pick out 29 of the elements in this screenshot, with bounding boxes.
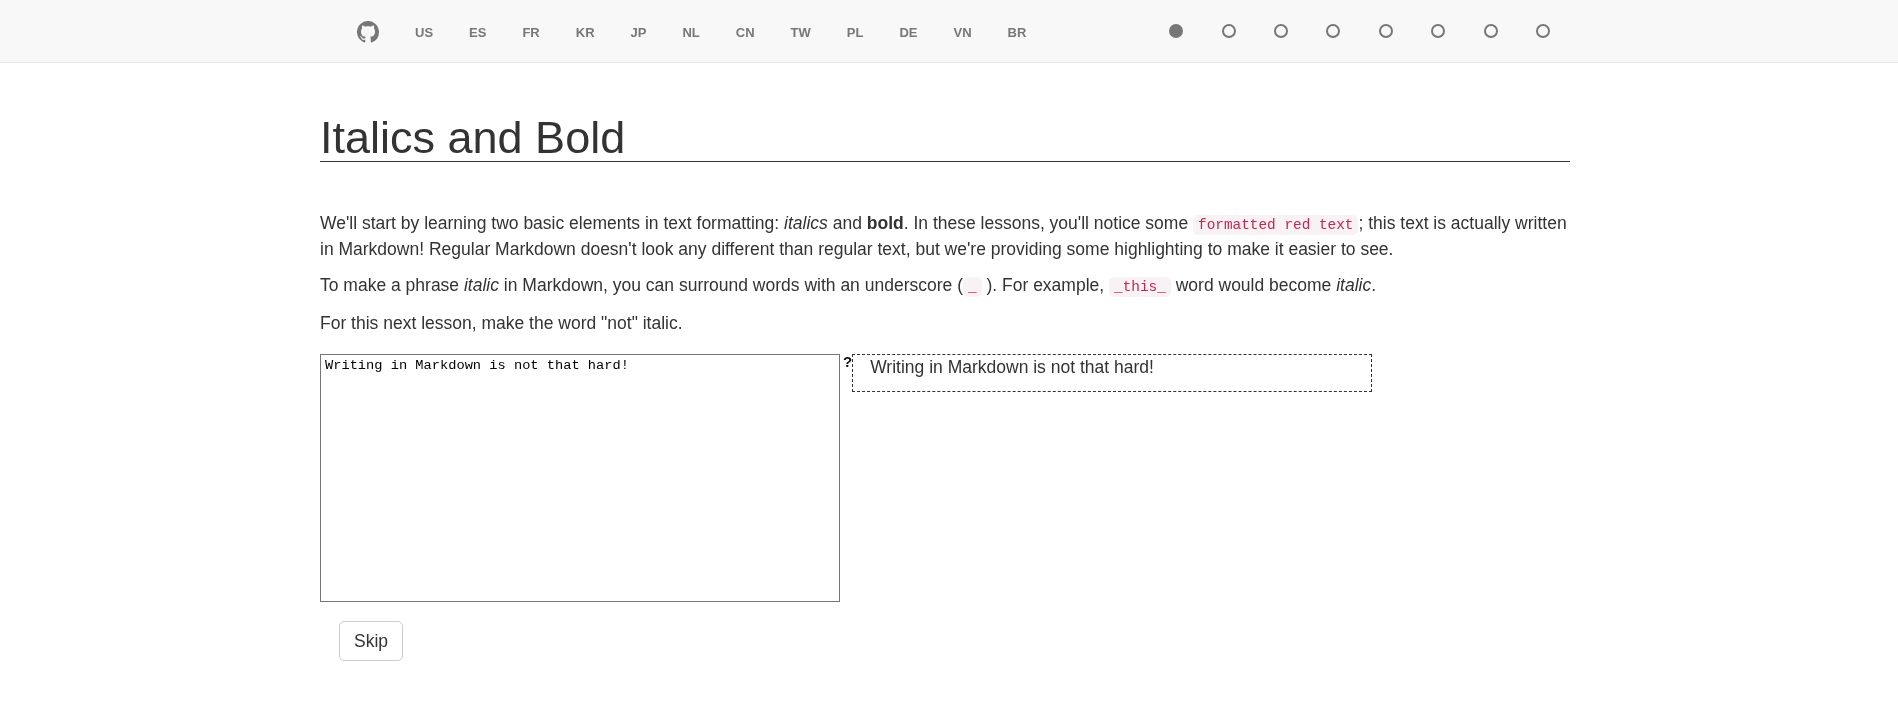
lesson-dot-icon[interactable] <box>1378 24 1393 38</box>
language-link[interactable]: BR <box>989 23 1045 43</box>
lesson-paragraph: To make a phrase italic in Markdown, you can surround words with an underscore ( _ ). For example, _this_ word would become italic. <box>320 274 1378 299</box>
language-link[interactable]: PL <box>828 23 882 43</box>
lesson-dot-icon[interactable] <box>1274 24 1289 38</box>
github-icon[interactable] <box>357 20 379 43</box>
language-link[interactable]: US <box>397 23 452 43</box>
language-link[interactable]: DE <box>881 23 936 43</box>
help-link[interactable]: ? <box>843 354 853 370</box>
language-link[interactable]: TW <box>772 23 829 43</box>
lesson-dot-icon[interactable] <box>1326 24 1341 38</box>
lesson-dot-icon[interactable] <box>1431 24 1446 38</box>
lesson-paragraph: We'll start by learning two basic elements in text formatting: italics and bold. In these lessons, you'll notice some formatted red text ; this text is actually written in Markdown! Regular Markdown doesn't look any different than regular text, but we're providing some highlighting to make it easier to see. <box>320 212 1568 261</box>
skip-button[interactable]: Skip <box>339 621 404 661</box>
language-link[interactable]: FR <box>504 23 558 43</box>
lesson-dot-icon[interactable] <box>1169 24 1184 38</box>
language-link[interactable]: CN <box>717 23 773 43</box>
language-link[interactable]: KR <box>557 23 613 43</box>
lesson-paragraph: For this next lesson, make the word "not" italic. <box>320 312 684 335</box>
language-link[interactable]: JP <box>612 23 665 43</box>
lesson-title: Italics and Bold <box>320 114 1570 162</box>
lesson-dot-icon[interactable] <box>1536 24 1550 38</box>
markdown-editor[interactable]: Writing in Markdown is not that hard! <box>320 354 840 602</box>
language-link[interactable]: NL <box>664 23 718 43</box>
language-link[interactable]: VN <box>935 23 990 43</box>
preview-text: Writing in Markdown is not that hard! <box>870 356 1155 379</box>
language-link[interactable]: ES <box>451 23 505 43</box>
lesson-dot-icon[interactable] <box>1483 24 1498 38</box>
lesson-dot-icon[interactable] <box>1221 24 1236 38</box>
